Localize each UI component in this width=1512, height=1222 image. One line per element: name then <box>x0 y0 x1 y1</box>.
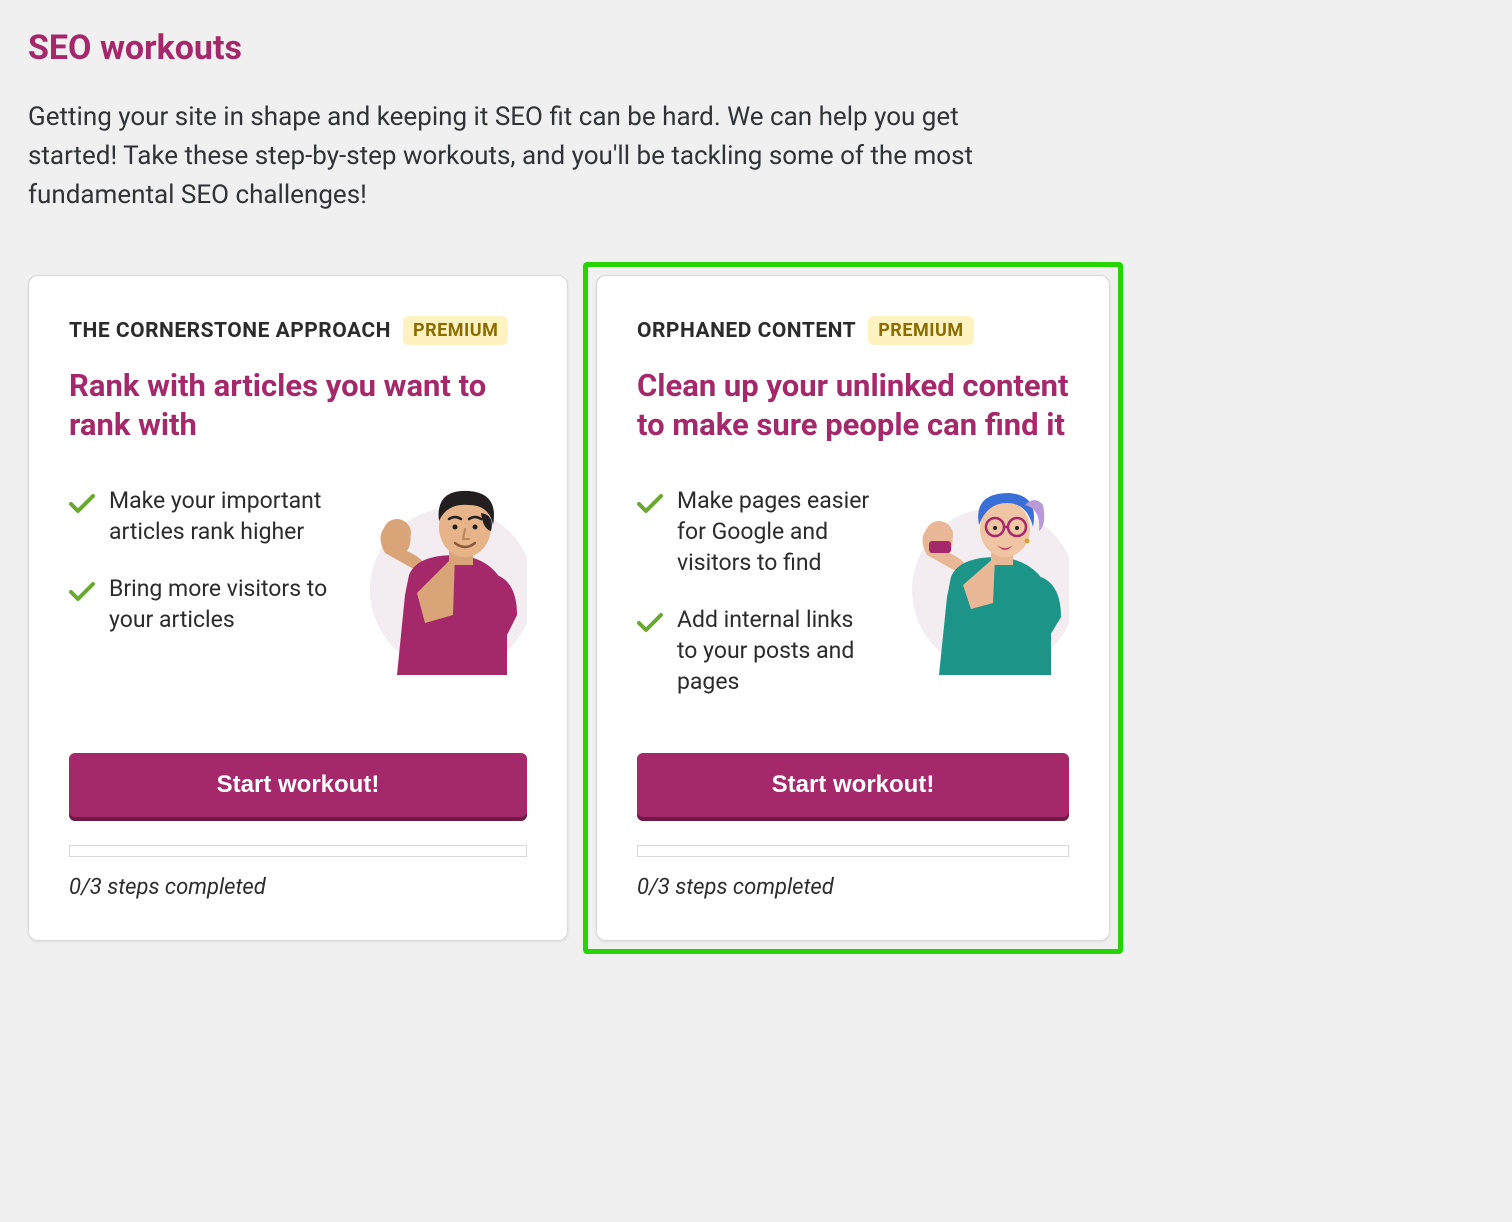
check-icon <box>69 491 95 511</box>
progress-bar <box>637 845 1069 857</box>
page-intro: Getting your site in shape and keeping i… <box>28 98 988 215</box>
progress-bar <box>69 845 527 857</box>
cards-row: THE CORNERSTONE APPROACH PREMIUM Rank wi… <box>28 275 1484 941</box>
list-item: Bring more visitors to your articles <box>69 573 337 635</box>
premium-badge: PREMIUM <box>403 316 508 345</box>
list-item: Make your important articles rank higher <box>69 485 337 547</box>
check-icon <box>637 491 663 511</box>
list-item: Make pages easier for Google and visitor… <box>637 485 879 578</box>
card-eyebrow: ORPHANED CONTENT <box>637 319 856 343</box>
bullet-text: Bring more visitors to your articles <box>109 573 337 635</box>
card-cornerstone: THE CORNERSTONE APPROACH PREMIUM Rank wi… <box>28 275 568 941</box>
premium-badge: PREMIUM <box>868 316 973 345</box>
card-body: Make your important articles rank higher… <box>69 485 527 723</box>
bullet-text: Add internal links to your posts and pag… <box>677 604 879 697</box>
card-title: Clean up your unlinked content to make s… <box>637 367 1069 445</box>
card-eyebrow: THE CORNERSTONE APPROACH <box>69 319 391 343</box>
bullet-text: Make pages easier for Google and visitor… <box>677 485 879 578</box>
check-icon <box>637 610 663 630</box>
card-header: THE CORNERSTONE APPROACH PREMIUM <box>69 316 527 345</box>
card-orphaned: ORPHANED CONTENT PREMIUM Clean up your u… <box>596 275 1110 941</box>
person-flex-illustration <box>357 485 527 675</box>
card-header: ORPHANED CONTENT PREMIUM <box>637 316 1069 345</box>
card-title: Rank with articles you want to rank with <box>69 367 527 445</box>
bullet-list: Make your important articles rank higher… <box>69 485 337 661</box>
bullet-text: Make your important articles rank higher <box>109 485 337 547</box>
steps-completed-text: 0/3 steps completed <box>637 875 1069 900</box>
card-body: Make pages easier for Google and visitor… <box>637 485 1069 723</box>
list-item: Add internal links to your posts and pag… <box>637 604 879 697</box>
card-cornerstone-wrapper: THE CORNERSTONE APPROACH PREMIUM Rank wi… <box>28 275 568 941</box>
bullet-list: Make pages easier for Google and visitor… <box>637 485 879 723</box>
start-workout-button[interactable]: Start workout! <box>637 753 1069 817</box>
steps-completed-text: 0/3 steps completed <box>69 875 527 900</box>
page-title: SEO workouts <box>28 28 1484 68</box>
card-orphaned-wrapper: ORPHANED CONTENT PREMIUM Clean up your u… <box>583 262 1123 954</box>
check-icon <box>69 579 95 599</box>
start-workout-button[interactable]: Start workout! <box>69 753 527 817</box>
person-flex-illustration <box>899 485 1069 675</box>
